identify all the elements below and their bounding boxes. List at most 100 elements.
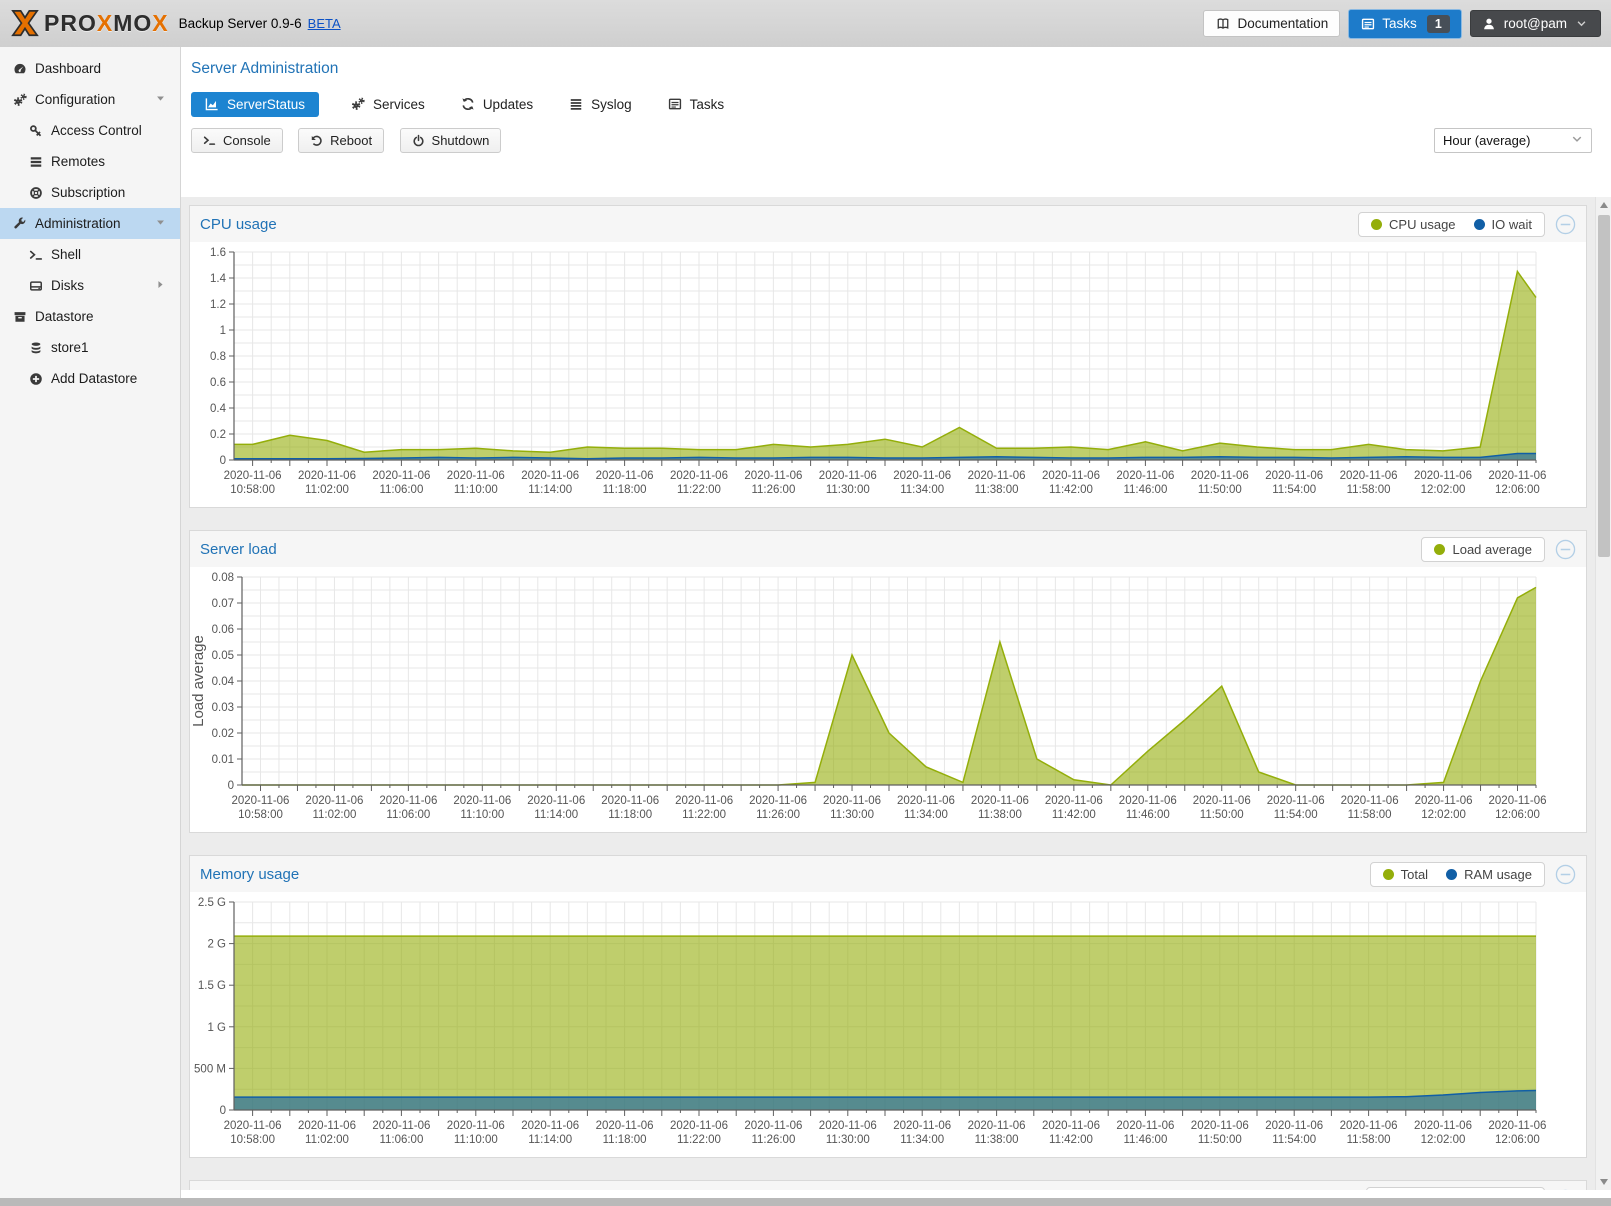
legend-dot-icon (1371, 219, 1382, 230)
cpu-usage-panel: CPU usage CPU usageIO wait 00.20.40.60.8… (189, 205, 1587, 508)
tasks-button[interactable]: Tasks 1 (1348, 9, 1461, 39)
scrollbar-thumb[interactable] (1598, 215, 1610, 557)
svg-text:2020-11-06: 2020-11-06 (1045, 795, 1103, 807)
legend-dot-icon (1434, 544, 1445, 555)
beta-link[interactable]: BETA (308, 16, 341, 31)
shutdown-button[interactable]: Shutdown (400, 128, 502, 153)
legend-dot-icon (1383, 869, 1394, 880)
svg-text:2020-11-06: 2020-11-06 (1488, 1120, 1546, 1132)
tab-services[interactable]: Services (347, 92, 429, 117)
tab-updates[interactable]: Updates (457, 92, 537, 117)
svg-text:2020-11-06: 2020-11-06 (1265, 470, 1323, 482)
sidebar-item-administration[interactable]: Administration (0, 208, 180, 239)
sidebar-item-configuration[interactable]: Configuration (0, 84, 180, 115)
vertical-scrollbar[interactable] (1595, 197, 1611, 1190)
svg-text:11:34:00: 11:34:00 (904, 809, 948, 821)
gears-icon (351, 97, 365, 111)
sidebar-item-store1[interactable]: store1 (0, 332, 180, 363)
scroll-down-arrow-icon[interactable] (1596, 1174, 1611, 1190)
legend-item-io-wait[interactable]: IO wait (1474, 217, 1532, 232)
legend-item-total[interactable]: Total (1383, 867, 1428, 882)
svg-text:0.03: 0.03 (212, 702, 234, 714)
svg-text:0.2: 0.2 (210, 429, 226, 441)
svg-text:12:02:00: 12:02:00 (1421, 809, 1466, 821)
svg-text:2020-11-06: 2020-11-06 (1116, 470, 1174, 482)
svg-text:11:18:00: 11:18:00 (603, 484, 647, 496)
svg-text:11:50:00: 11:50:00 (1198, 484, 1242, 496)
svg-text:11:18:00: 11:18:00 (603, 1134, 647, 1146)
svg-text:2020-11-06: 2020-11-06 (1042, 1120, 1100, 1132)
legend-item-load-average[interactable]: Load average (1434, 542, 1532, 557)
timeframe-select[interactable]: Hour (average) (1434, 128, 1592, 153)
svg-text:11:50:00: 11:50:00 (1200, 809, 1244, 821)
power-icon (412, 134, 425, 147)
server-load-chart: 00.010.020.030.040.050.060.070.082020-11… (190, 569, 1584, 823)
tasks-list-icon (668, 97, 682, 111)
collapse-panel-icon[interactable] (1555, 214, 1576, 235)
svg-text:11:06:00: 11:06:00 (379, 1134, 423, 1146)
documentation-button[interactable]: Documentation (1203, 10, 1340, 37)
proxmox-logo: PROXMOX (10, 9, 169, 39)
sidebar-item-disks[interactable]: Disks (0, 270, 180, 301)
svg-text:2020-11-06: 2020-11-06 (521, 1120, 579, 1132)
svg-text:2020-11-06: 2020-11-06 (1119, 795, 1177, 807)
svg-text:11:06:00: 11:06:00 (386, 809, 430, 821)
svg-text:11:14:00: 11:14:00 (528, 484, 572, 496)
sidebar-item-add-datastore[interactable]: Add Datastore (0, 363, 180, 394)
chevron-right-icon[interactable] (155, 278, 166, 293)
legend-item-cpu-usage[interactable]: CPU usage (1371, 217, 1455, 232)
proxmox-x-icon (10, 9, 40, 39)
scroll-up-arrow-icon[interactable] (1596, 197, 1611, 213)
svg-text:2020-11-06: 2020-11-06 (596, 470, 654, 482)
sidebar-item-remotes[interactable]: Remotes (0, 146, 180, 177)
svg-text:2020-11-06: 2020-11-06 (670, 1120, 728, 1132)
console-button[interactable]: Console (191, 128, 283, 153)
sidebar-item-subscription[interactable]: Subscription (0, 177, 180, 208)
svg-text:2.5 G: 2.5 G (198, 897, 226, 909)
collapse-panel-icon[interactable] (1555, 1189, 1576, 1191)
database-icon (28, 341, 43, 355)
sidebar-item-access-control[interactable]: Access Control (0, 115, 180, 146)
chevron-down-icon[interactable] (155, 216, 166, 231)
tab-tasks[interactable]: Tasks (664, 92, 729, 117)
svg-text:10:58:00: 10:58:00 (230, 1134, 275, 1146)
svg-text:2020-11-06: 2020-11-06 (1341, 795, 1399, 807)
tab-bar: ServerStatus Services Updates Syslog Tas… (191, 90, 1611, 118)
svg-text:0.05: 0.05 (212, 650, 234, 662)
svg-text:11:10:00: 11:10:00 (454, 1134, 498, 1146)
svg-text:0.4: 0.4 (210, 403, 227, 415)
sidebar-item-datastore[interactable]: Datastore (0, 301, 180, 332)
svg-text:0.02: 0.02 (212, 728, 234, 740)
page-title: Server Administration (191, 60, 1611, 78)
svg-text:2020-11-06: 2020-11-06 (1340, 470, 1398, 482)
proxmox-logo-text: PROXMOX (44, 10, 169, 37)
svg-text:2020-11-06: 2020-11-06 (521, 470, 579, 482)
svg-text:1.5 G: 1.5 G (198, 980, 226, 992)
svg-text:0: 0 (220, 1105, 226, 1117)
svg-text:2020-11-06: 2020-11-06 (971, 795, 1029, 807)
chevron-down-icon[interactable] (155, 92, 166, 107)
svg-text:1: 1 (220, 325, 226, 337)
tab-label: ServerStatus (227, 97, 305, 112)
svg-text:11:58:00: 11:58:00 (1347, 1134, 1391, 1146)
reboot-button[interactable]: Reboot (298, 128, 384, 153)
user-menu-button[interactable]: root@pam (1470, 10, 1601, 37)
svg-text:11:34:00: 11:34:00 (900, 484, 944, 496)
collapse-panel-icon[interactable] (1555, 864, 1576, 885)
svg-text:2020-11-06: 2020-11-06 (527, 795, 585, 807)
svg-text:0: 0 (220, 455, 226, 467)
tab-serverstatus[interactable]: ServerStatus (191, 92, 319, 117)
collapse-panel-icon[interactable] (1555, 539, 1576, 560)
svg-text:2020-11-06: 2020-11-06 (596, 1120, 654, 1132)
tab-syslog[interactable]: Syslog (565, 92, 636, 117)
svg-text:11:22:00: 11:22:00 (677, 484, 721, 496)
svg-text:11:46:00: 11:46:00 (1123, 484, 1167, 496)
legend-item-ram-usage[interactable]: RAM usage (1446, 867, 1532, 882)
svg-text:11:50:00: 11:50:00 (1198, 1134, 1242, 1146)
svg-text:2020-11-06: 2020-11-06 (1415, 795, 1473, 807)
svg-text:2020-11-06: 2020-11-06 (675, 795, 733, 807)
svg-text:0.8: 0.8 (210, 351, 226, 363)
sidebar-item-shell[interactable]: Shell (0, 239, 180, 270)
sidebar-item-dashboard[interactable]: Dashboard (0, 53, 180, 84)
svg-text:12:02:00: 12:02:00 (1421, 484, 1466, 496)
